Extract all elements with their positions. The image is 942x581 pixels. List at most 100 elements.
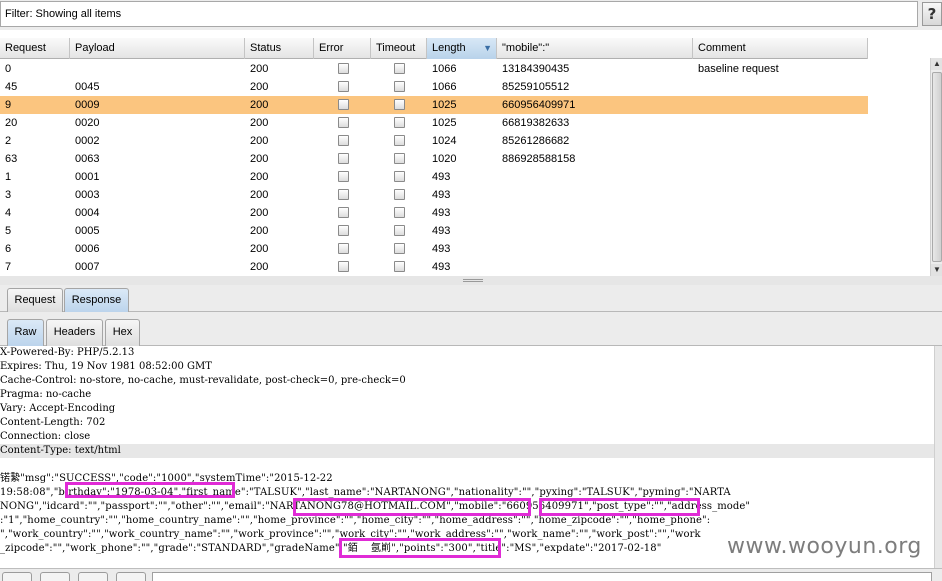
cell-payload: 0009	[75, 99, 100, 111]
cell-mobile: 85261286682	[502, 135, 570, 147]
table-row[interactable]: 63 0063 200 1020 886928588158	[0, 150, 868, 168]
column-header-length[interactable]: Length ▼	[427, 38, 497, 59]
response-header-line: Cache-Control: no-store, no-cache, must-…	[0, 375, 406, 386]
error-checkbox[interactable]	[338, 225, 349, 236]
splitter-grip-icon[interactable]	[463, 279, 483, 282]
table-row[interactable]: 5 0005 200 493	[0, 222, 868, 240]
column-header-status[interactable]: Status	[245, 38, 314, 59]
cell-request: 9	[5, 99, 12, 111]
cell-request: 5	[5, 225, 12, 237]
scroll-up-icon[interactable]: ▲	[931, 58, 942, 70]
cell-mobile	[497, 222, 502, 240]
table-row[interactable]: 2 0002 200 1024 85261286682	[0, 132, 868, 150]
error-checkbox[interactable]	[338, 171, 349, 182]
error-checkbox[interactable]	[338, 261, 349, 272]
cell-status: 200	[250, 81, 269, 93]
error-checkbox[interactable]	[338, 117, 349, 128]
timeout-checkbox[interactable]	[394, 117, 405, 128]
table-row[interactable]: 7 0007 200 493	[0, 258, 868, 276]
timeout-checkbox[interactable]	[394, 81, 405, 92]
help-button[interactable]: ?	[922, 2, 942, 26]
column-header-timeout[interactable]: Timeout	[371, 38, 427, 59]
column-header-request[interactable]: Request	[0, 38, 70, 59]
table-body: 0 200 1066 13184390435 baseline request 45 004…	[0, 60, 868, 276]
cell-mobile: 66819382633	[502, 117, 570, 129]
table-row[interactable]: 9 0009 200 1025 660956409971	[0, 96, 868, 114]
column-header-error[interactable]: Error	[314, 38, 371, 59]
timeout-checkbox[interactable]	[394, 99, 405, 110]
response-header-line: Content-Length: 702	[0, 417, 106, 428]
timeout-checkbox[interactable]	[394, 153, 405, 164]
error-checkbox[interactable]	[338, 207, 349, 218]
cell-request: 20	[5, 117, 18, 129]
timeout-checkbox[interactable]	[394, 189, 405, 200]
next-button[interactable]	[78, 572, 108, 581]
table-row[interactable]: 45 0045 200 1066 85259105512	[0, 78, 868, 96]
cell-request: 6	[5, 243, 12, 255]
table-row[interactable]: 3 0003 200 493	[0, 186, 868, 204]
timeout-checkbox[interactable]	[394, 135, 405, 146]
cell-status: 200	[250, 243, 269, 255]
table-row[interactable]: 20 0020 200 1025 66819382633	[0, 114, 868, 132]
filter-field[interactable]: Filter: Showing all items	[0, 1, 918, 27]
highlight-email	[293, 498, 531, 516]
column-header-comment[interactable]: Comment	[693, 38, 868, 59]
timeout-checkbox[interactable]	[394, 261, 405, 272]
cell-request: 45	[5, 81, 18, 93]
error-checkbox[interactable]	[338, 99, 349, 110]
error-checkbox[interactable]	[338, 63, 349, 74]
timeout-checkbox[interactable]	[394, 171, 405, 182]
cell-request: 3	[5, 189, 12, 201]
last-button[interactable]	[116, 572, 146, 581]
column-header-mobile[interactable]: "mobile":"	[497, 38, 693, 59]
search-input[interactable]	[152, 572, 932, 581]
timeout-checkbox[interactable]	[394, 207, 405, 218]
previous-button[interactable]	[40, 572, 70, 581]
cell-request: 7	[5, 261, 12, 273]
cell-mobile: 886928588158	[502, 153, 576, 165]
help-mini-button[interactable]	[2, 572, 32, 581]
timeout-checkbox[interactable]	[394, 63, 405, 74]
cell-comment	[693, 78, 698, 96]
cell-payload: 0063	[75, 153, 100, 165]
response-scrollbar[interactable]	[934, 346, 942, 568]
scroll-thumb[interactable]	[932, 72, 942, 262]
cell-request: 0	[5, 63, 12, 75]
bottom-toolbar	[0, 568, 942, 581]
cell-length: 493	[432, 243, 451, 255]
tab-hex[interactable]: Hex	[105, 319, 140, 346]
table-row[interactable]: 0 200 1066 13184390435 baseline request	[0, 60, 868, 78]
tab-response[interactable]: Response	[64, 288, 129, 312]
scroll-down-icon[interactable]: ▼	[931, 264, 942, 276]
error-checkbox[interactable]	[338, 243, 349, 254]
error-checkbox[interactable]	[338, 81, 349, 92]
error-checkbox[interactable]	[338, 135, 349, 146]
header-filler	[868, 38, 930, 59]
pane-splitter[interactable]	[0, 276, 942, 285]
cell-status: 200	[250, 117, 269, 129]
tab-raw[interactable]: Raw	[7, 319, 44, 346]
timeout-checkbox[interactable]	[394, 243, 405, 254]
results-table: Request Payload Status Error Timeout Len…	[0, 38, 942, 276]
cell-payload: 0003	[75, 189, 100, 201]
message-tabs: Request Response	[0, 285, 942, 312]
table-row[interactable]: 1 0001 200 493	[0, 168, 868, 186]
timeout-checkbox[interactable]	[394, 225, 405, 236]
response-body-line: :"1","home_country":"","home_country_nam…	[0, 515, 711, 526]
cell-status: 200	[250, 135, 269, 147]
error-checkbox[interactable]	[338, 153, 349, 164]
error-checkbox[interactable]	[338, 189, 349, 200]
cell-request: 63	[5, 153, 18, 165]
response-header-line: X-Powered-By: PHP/5.2.13	[0, 347, 135, 358]
column-header-payload[interactable]: Payload	[70, 38, 245, 59]
cell-mobile	[497, 168, 502, 186]
table-row[interactable]: 6 0006 200 493	[0, 240, 868, 258]
table-row[interactable]: 4 0004 200 493	[0, 204, 868, 222]
cell-length: 1025	[432, 117, 457, 129]
tab-headers[interactable]: Headers	[46, 319, 103, 346]
tab-request[interactable]: Request	[7, 288, 63, 312]
table-scrollbar[interactable]: ▲ ▼	[930, 58, 942, 276]
cell-length: 493	[432, 207, 451, 219]
highlight-grade-name	[339, 538, 501, 558]
cell-length: 493	[432, 261, 451, 273]
